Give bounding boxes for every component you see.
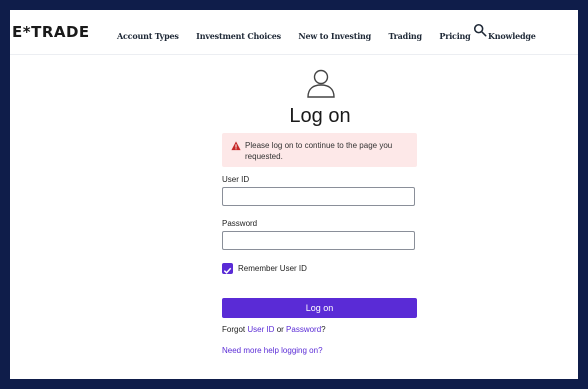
warning-icon [231,141,241,151]
password-label: Password [222,219,258,228]
forgot-suffix: ? [321,325,326,334]
nav-knowledge[interactable]: Knowledge [488,31,536,41]
password-input[interactable] [222,231,415,250]
forgot-prefix: Forgot [222,325,248,334]
remember-checkbox[interactable] [222,263,233,274]
etrade-logo[interactable]: E*TRADE [12,23,90,41]
alert-banner: Please log on to continue to the page yo… [222,133,417,167]
top-nav: E*TRADE Account Types Investment Choices… [10,10,578,55]
remember-label[interactable]: Remember User ID [238,264,307,273]
nav-pricing[interactable]: Pricing [439,31,470,41]
alert-message: Please log on to continue to the page yo… [245,141,393,161]
page-title: Log on [289,105,351,127]
forgot-password-link[interactable]: Password [286,325,321,334]
nav-account-types[interactable]: Account Types [117,31,179,41]
forgot-or: or [274,325,287,334]
user-id-label: User ID [222,175,250,184]
forgot-user-id-link[interactable]: User ID [247,325,274,334]
login-button[interactable]: Log on [222,298,417,318]
search-icon[interactable] [473,23,487,37]
nav-investment-choices[interactable]: Investment Choices [196,31,281,41]
user-id-input[interactable] [222,187,415,206]
forgot-credentials: Forgot User ID or Password? [222,325,326,334]
nav-trading[interactable]: Trading [389,31,423,41]
user-icon [307,69,335,98]
checkmark-icon [223,267,232,274]
nav-new-to-investing[interactable]: New to Investing [298,31,371,41]
browser-frame: E*TRADE Account Types Investment Choices… [10,10,578,379]
help-link[interactable]: Need more help logging on? [222,346,323,355]
